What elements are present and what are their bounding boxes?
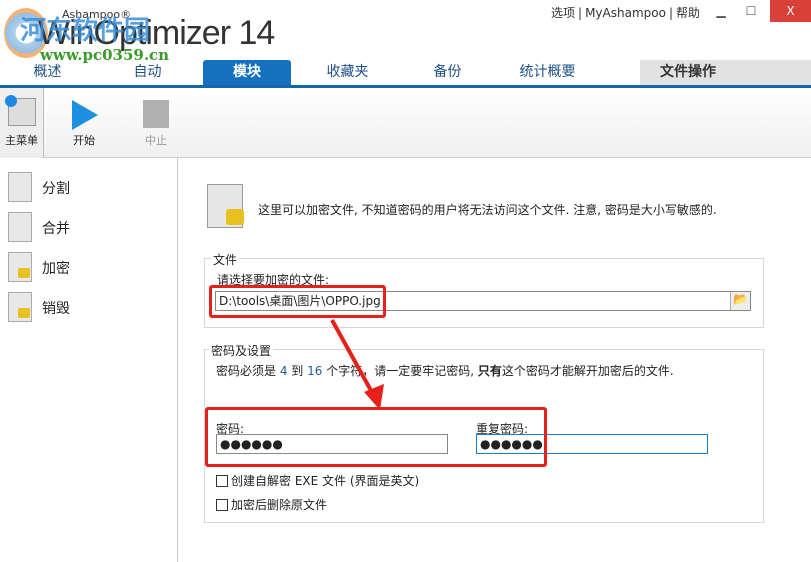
sidebar-item-encrypt[interactable]: 加密 — [8, 250, 168, 286]
browse-folder-button[interactable]: 📂 — [730, 292, 750, 310]
tab-statistics[interactable]: 统计概要 — [500, 60, 595, 85]
tab-modules[interactable]: 模块 — [203, 60, 291, 85]
options-link[interactable]: 选项 — [548, 6, 578, 20]
main-tabs: 概述 自动 模块 收藏夹 备份 统计概要 文件操作 — [0, 60, 811, 88]
close-button[interactable]: X — [770, 0, 811, 22]
file-group-label: 文件 — [211, 251, 240, 268]
tab-favorites[interactable]: 收藏夹 — [300, 60, 395, 85]
encrypt-header-icon — [207, 184, 244, 228]
split-file-icon — [8, 172, 32, 202]
highlight-box — [209, 285, 386, 318]
intro-text: 这里可以加密文件, 不知道密码的用户将无法访问这个文件. 注意, 密码是大小写敏… — [258, 203, 717, 217]
sidebar-item-merge[interactable]: 合并 — [8, 210, 168, 246]
start-button[interactable]: 开始 — [56, 88, 112, 158]
highlight-box — [205, 407, 547, 467]
sidebar-item-split[interactable]: 分割 — [8, 170, 168, 206]
tab-auto[interactable]: 自动 — [100, 60, 195, 85]
minimize-button[interactable]: ▁ — [707, 0, 735, 22]
home-icon — [5, 95, 36, 126]
tab-file-operations[interactable]: 文件操作 — [640, 60, 811, 85]
sidebar: 分割 合并 加密 销毁 — [0, 158, 178, 562]
password-group-label: 密码及设置 — [209, 342, 274, 359]
play-icon — [72, 100, 98, 130]
password-note: 密码必须是 4 到 16 个字符，请一定要牢记密码, 只有这个密码才能解开加密后… — [216, 364, 674, 378]
stop-button: 中止 — [128, 88, 184, 158]
toolbar: 主菜单 开始 中止 — [0, 88, 811, 158]
merge-file-icon — [8, 212, 32, 242]
myashampoo-link[interactable]: MyAshampoo — [582, 6, 669, 20]
watermark: 河东软件园 — [20, 16, 151, 46]
title-bar: Ashampoo® WinOptimizer 14 河东软件园 www.pc03… — [0, 0, 811, 64]
sidebar-item-destroy[interactable]: 销毁 — [8, 290, 168, 326]
delete-original-checkbox[interactable]: 加密后删除原文件 — [216, 496, 327, 513]
tab-overview[interactable]: 概述 — [0, 60, 95, 85]
help-link[interactable]: 帮助 — [673, 6, 703, 20]
self-decrypt-exe-checkbox[interactable]: 创建自解密 EXE 文件 (界面是英文) — [216, 472, 419, 489]
home-button[interactable]: 主菜单 — [0, 88, 44, 158]
tab-backup[interactable]: 备份 — [400, 60, 495, 85]
stop-icon — [143, 100, 169, 128]
top-links: 选项 | MyAshampoo | 帮助 — [548, 4, 703, 21]
maximize-button[interactable]: ☐ — [737, 0, 765, 22]
